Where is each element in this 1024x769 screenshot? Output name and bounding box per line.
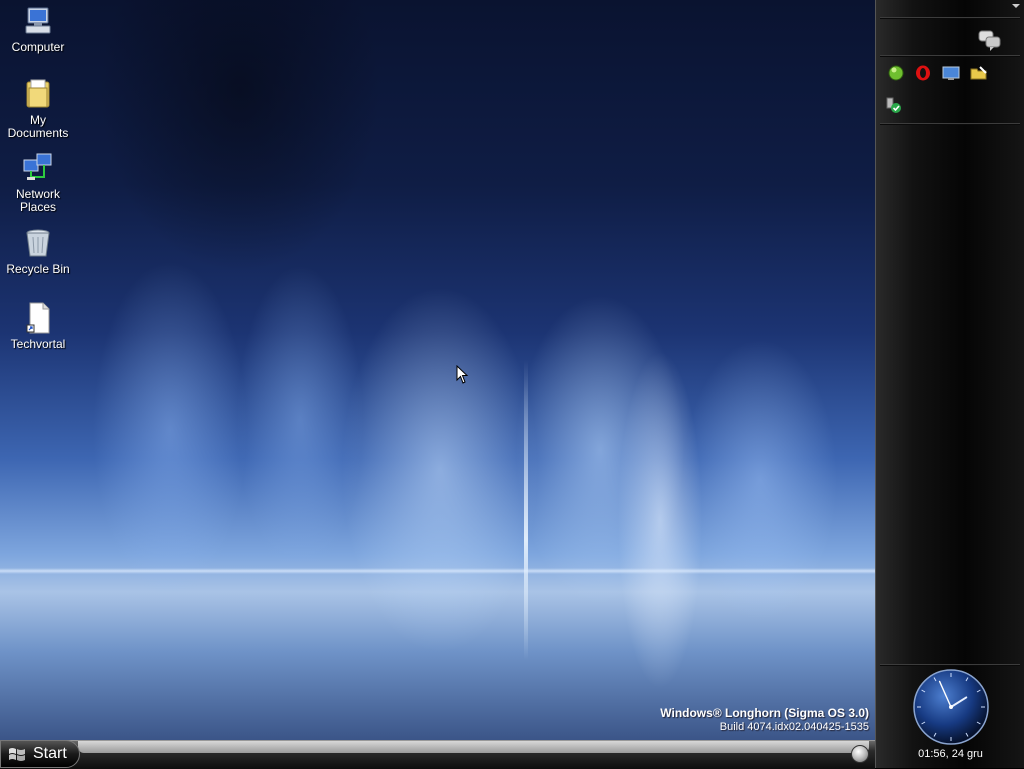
- desktop-icon-label: My Documents: [7, 113, 69, 140]
- shortcut-file-icon: [26, 302, 50, 334]
- desktop-icon-label: Techvortal: [10, 337, 66, 351]
- recycle-bin-icon: [26, 229, 50, 257]
- desktop-wallpaper: [0, 0, 875, 740]
- desktop-icon-my-documents[interactable]: My Documents: [0, 78, 76, 140]
- taskbar-orb-button[interactable]: [851, 745, 869, 763]
- folder-edit-icon[interactable]: [970, 64, 988, 82]
- build-watermark: Windows® Longhorn (Sigma OS 3.0) Build 4…: [660, 706, 869, 733]
- windows-flag-icon: [9, 748, 25, 761]
- sidebar-separator: [880, 17, 1020, 19]
- sidebar-separator: [880, 123, 1020, 125]
- wallpaper-horizon: [0, 568, 875, 574]
- analog-clock[interactable]: [912, 668, 990, 746]
- clock-face-icon: [913, 669, 989, 745]
- monitor-icon[interactable]: [942, 64, 960, 82]
- network-icon: [23, 153, 52, 180]
- opera-icon[interactable]: [914, 64, 932, 82]
- desktop-icon-label: Computer: [11, 40, 65, 54]
- sidebar-separator: [880, 55, 1020, 57]
- taskbar: [0, 740, 875, 769]
- sidebar-menu-chevron-icon[interactable]: [1012, 4, 1020, 8]
- green-globe-icon[interactable]: [887, 64, 905, 82]
- start-label: Start: [33, 745, 67, 762]
- watermark-os-name: Windows® Longhorn (Sigma OS 3.0): [660, 706, 869, 720]
- taskbar-track: [78, 741, 869, 753]
- computer-icon: [25, 7, 51, 34]
- mouse-cursor-icon: [456, 365, 469, 384]
- sidebar-separator: [880, 664, 1020, 666]
- start-button[interactable]: Start: [0, 740, 80, 768]
- clock-text: 01:56, 24 gru: [918, 748, 983, 760]
- desktop-icon-label: Network Places: [15, 187, 60, 214]
- wallpaper-light-streak: [524, 360, 528, 660]
- desktop-icon-network-places[interactable]: Network Places: [0, 152, 76, 214]
- documents-folder-icon: [26, 79, 50, 108]
- watermark-build: Build 4074.idx02.040425-1535: [719, 721, 869, 733]
- sidebar: 01:56, 24 gru: [875, 0, 1024, 768]
- wallpaper-shadow: [0, 0, 875, 300]
- desktop-icon-recycle-bin[interactable]: Recycle Bin: [0, 227, 76, 276]
- desktop-icon-label: Recycle Bin: [6, 262, 70, 276]
- security-check-icon[interactable]: [885, 97, 903, 115]
- messenger-icon[interactable]: [978, 30, 1002, 52]
- desktop-icon-techvortal[interactable]: Techvortal: [0, 302, 76, 351]
- desktop-icon-computer[interactable]: Computer: [0, 5, 76, 54]
